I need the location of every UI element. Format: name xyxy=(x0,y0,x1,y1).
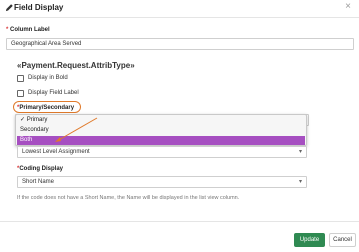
footer-divider xyxy=(0,221,359,222)
annotation-arrow xyxy=(55,117,98,142)
update-button[interactable]: Update xyxy=(294,233,325,247)
cancel-button[interactable]: Cancel xyxy=(329,233,356,247)
